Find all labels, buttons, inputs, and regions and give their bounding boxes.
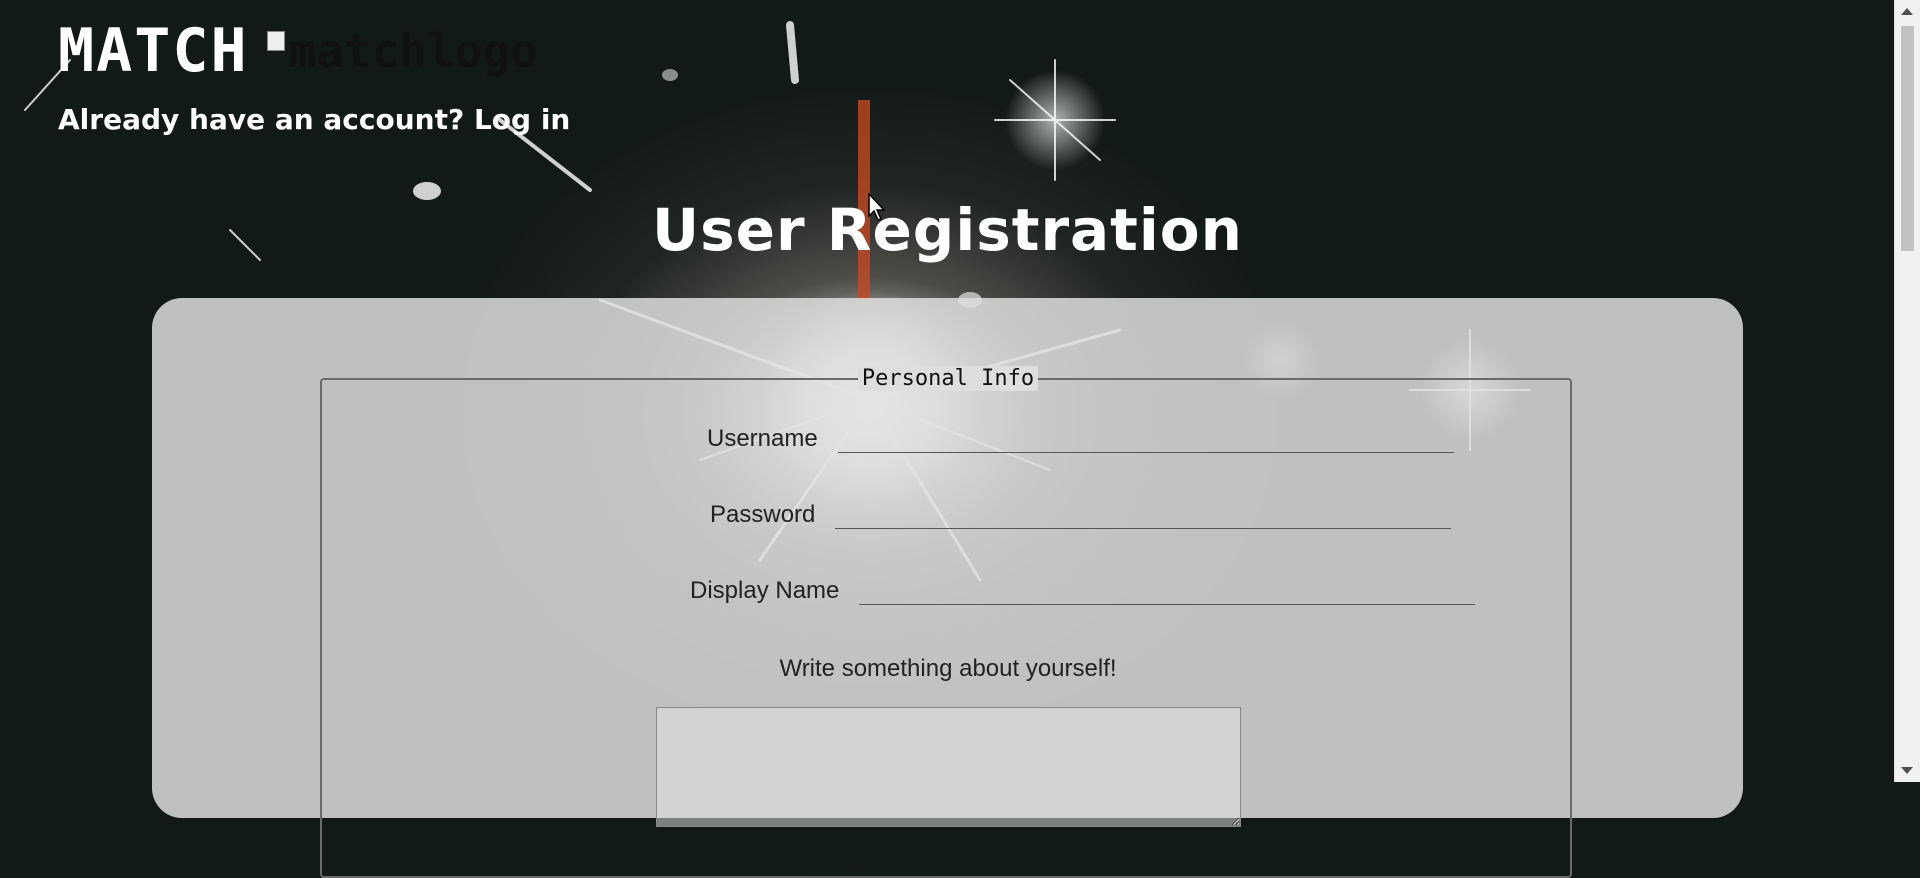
- page-title: User Registration: [652, 196, 1243, 264]
- login-prompt: Already have an account? Log in: [58, 103, 570, 136]
- about-textarea[interactable]: [656, 707, 1241, 827]
- vertical-scrollbar[interactable]: [1894, 0, 1920, 782]
- registration-card: Personal Info Username Password Display …: [152, 298, 1743, 878]
- username-row: Username: [707, 418, 1454, 453]
- brand-title: MATCH: [58, 16, 249, 86]
- about-label: Write something about yourself!: [779, 655, 1117, 682]
- username-label: Username: [707, 425, 818, 452]
- username-input[interactable]: [837, 418, 1454, 453]
- legend-text: Personal Info: [857, 366, 1039, 391]
- account-prompt-text: Already have an account?: [58, 103, 465, 136]
- display-name-row: Display Name: [690, 570, 1476, 605]
- display-name-label: Display Name: [690, 577, 840, 604]
- password-input[interactable]: [835, 494, 1452, 529]
- logo-image: matchlogo: [266, 24, 538, 78]
- password-row: Password: [710, 494, 1452, 529]
- broken-image-icon: [266, 31, 285, 51]
- scroll-thumb[interactable]: [1901, 26, 1914, 251]
- personal-info-fieldset: Personal Info Username Password Display …: [320, 366, 1572, 878]
- mouse-cursor-icon: [868, 193, 886, 221]
- scroll-down-icon[interactable]: [1901, 767, 1913, 774]
- password-label: Password: [710, 501, 816, 528]
- display-name-input[interactable]: [859, 570, 1476, 605]
- logo-alt-text: matchlogo: [288, 24, 538, 78]
- scroll-up-icon[interactable]: [1901, 8, 1913, 15]
- brand-header: MATCH matchlogo: [58, 16, 538, 86]
- fieldset-legend: Personal Info: [322, 366, 1574, 391]
- login-link[interactable]: Log in: [474, 103, 570, 136]
